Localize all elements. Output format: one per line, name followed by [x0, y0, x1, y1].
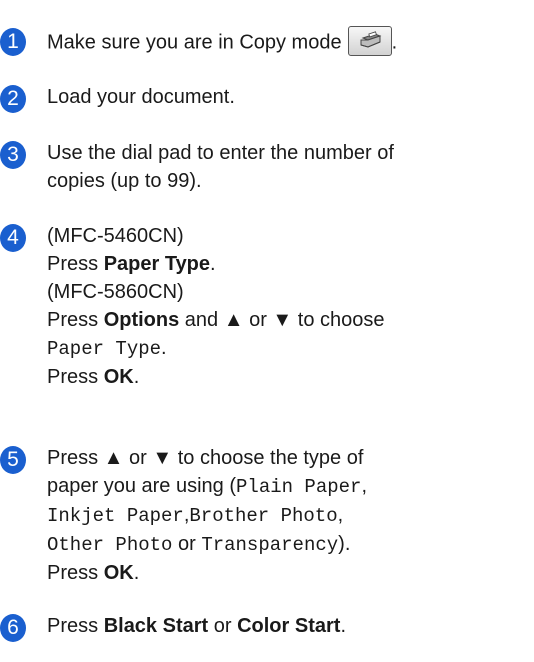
button-name: Black Start — [103, 615, 209, 637]
step-line: paper you are using (Plain Paper, — [47, 475, 367, 498]
step-number-badge: 3 — [0, 141, 26, 169]
step-line: copies (up to 99). — [47, 170, 202, 192]
step-number-badge: 2 — [0, 85, 26, 113]
button-name: Options — [103, 309, 180, 331]
lcd-option: Transparency — [201, 534, 339, 556]
step-line: Press ▲ or ▼ to choose the type of — [47, 447, 364, 469]
button-name: OK — [103, 366, 134, 388]
lcd-option: Inkjet Paper — [47, 505, 184, 527]
button-name: OK — [103, 562, 134, 584]
step-line: Press OK. — [47, 366, 140, 388]
step-text: Make sure you are in Copy mode . — [47, 26, 527, 58]
step-line: Press Paper Type. — [47, 253, 216, 275]
step-line: Press Black Start or Color Start. — [47, 615, 346, 637]
step-line: Paper Type. — [47, 337, 167, 360]
step-text: (MFC-5460CN) Press Paper Type. (MFC-5860… — [47, 222, 527, 391]
step-text: Load your document. — [47, 83, 527, 111]
step-line: Make sure you are in Copy mode . — [47, 26, 527, 58]
step-number-badge: 6 — [0, 614, 26, 642]
button-name: Color Start — [237, 615, 341, 637]
button-name: Paper Type — [103, 253, 211, 275]
lcd-option: Brother Photo — [189, 505, 338, 527]
copy-mode-icon — [347, 26, 392, 56]
step-number-badge: 5 — [0, 446, 26, 474]
step-line: Inkjet Paper,Brother Photo, — [47, 504, 344, 527]
step-line: Other Photo or Transparency). — [47, 533, 351, 556]
step-line: Use the dial pad to enter the number of — [47, 142, 394, 164]
step-text: Press ▲ or ▼ to choose the type of paper… — [47, 444, 527, 587]
step-number-badge: 4 — [0, 224, 26, 252]
step-text: Use the dial pad to enter the number of … — [47, 139, 527, 195]
step-line: Press Options and ▲ or ▼ to choose — [47, 309, 385, 331]
lcd-option: Plain Paper — [236, 476, 362, 498]
step-line: (MFC-5860CN) — [47, 281, 184, 303]
step-number-badge: 1 — [0, 28, 26, 56]
step-line: Load your document. — [47, 86, 235, 108]
lcd-option: Other Photo — [47, 534, 173, 556]
step-line: (MFC-5460CN) — [47, 225, 184, 247]
lcd-option: Paper Type — [47, 338, 162, 360]
step-text: Press Black Start or Color Start. — [47, 612, 527, 640]
step-line: Press OK. — [47, 562, 140, 584]
